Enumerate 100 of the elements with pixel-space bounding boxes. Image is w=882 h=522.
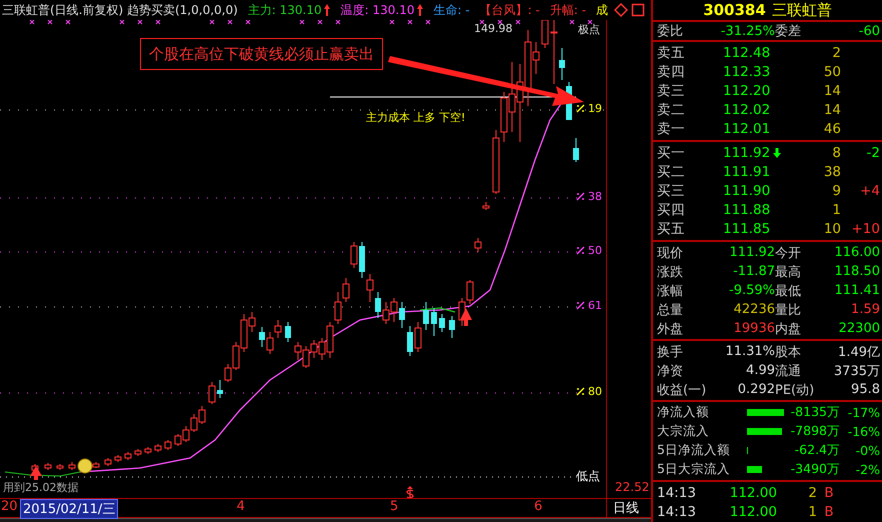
field-label: 现价 bbox=[657, 244, 684, 262]
indicator-label: 升幅: - bbox=[550, 2, 586, 18]
order-volume: 9 bbox=[831, 183, 841, 200]
order-price: 111.92 bbox=[723, 144, 770, 161]
flow-bar bbox=[747, 409, 784, 416]
order-label: 买二 bbox=[657, 162, 686, 181]
order-volume: 14 bbox=[822, 102, 841, 118]
percent-icon bbox=[576, 387, 585, 396]
date-label: 2015/02/11/三 bbox=[20, 499, 118, 519]
percent-icon bbox=[576, 192, 585, 201]
dollar-icon bbox=[405, 485, 415, 499]
up-arrow-icon bbox=[460, 308, 472, 326]
field-value: -11.87 bbox=[732, 264, 775, 279]
candlestick bbox=[164, 440, 172, 450]
flow-amount: -7898万 bbox=[790, 423, 840, 440]
order-price: 112.01 bbox=[723, 121, 772, 138]
candlestick bbox=[423, 302, 429, 330]
flow-percent: -16% bbox=[846, 424, 880, 439]
field-value: 22300 bbox=[838, 321, 880, 336]
order-label: 卖二 bbox=[657, 101, 686, 120]
coin-icon bbox=[78, 458, 92, 474]
candlestick bbox=[482, 202, 490, 210]
candlestick bbox=[56, 464, 64, 470]
order-price: 112.48 bbox=[723, 44, 772, 61]
field-value: 11.31% bbox=[724, 344, 775, 359]
indicator-label: 温度: 130.10 bbox=[340, 2, 415, 18]
order-price: 112.02 bbox=[723, 102, 772, 118]
order-volume: 50 bbox=[822, 64, 841, 80]
order-change: +4 bbox=[859, 183, 881, 200]
candlestick bbox=[350, 242, 358, 268]
field-value: -9.59% bbox=[728, 283, 775, 298]
high-price-label: 149.98 bbox=[474, 22, 512, 35]
up-arrow-icon bbox=[30, 466, 42, 482]
order-price: 111.90 bbox=[723, 183, 770, 200]
down-arrow-icon bbox=[772, 146, 782, 159]
up-arrow-icon bbox=[322, 3, 331, 17]
axis-label: 4 bbox=[236, 499, 245, 514]
order-label: 卖一 bbox=[657, 120, 686, 138]
candlestick bbox=[449, 316, 455, 338]
callout-text: 个股在高位下破黄线必须止赢卖出 bbox=[149, 45, 374, 63]
candlestick bbox=[92, 462, 100, 468]
candlestick bbox=[366, 274, 374, 302]
field-label: 最高 bbox=[775, 264, 802, 280]
order-price: 112.33 bbox=[723, 64, 772, 80]
candlestick bbox=[550, 20, 558, 84]
field-label: 收益(一) bbox=[657, 382, 708, 398]
level-label: 80 bbox=[588, 385, 602, 398]
field-value: 111.92 bbox=[728, 245, 775, 260]
trade-side: B bbox=[823, 484, 835, 500]
order-label: 卖四 bbox=[657, 62, 686, 81]
candlestick bbox=[217, 380, 223, 398]
indicator-label: 【台风】: - bbox=[480, 2, 540, 18]
candlestick bbox=[144, 446, 152, 454]
stock-code: 300384 bbox=[703, 1, 766, 20]
flow-bar bbox=[747, 428, 782, 435]
field-value: 1.49亿 bbox=[837, 344, 880, 360]
field-label: 量比 bbox=[775, 302, 802, 318]
candlestick bbox=[285, 322, 291, 342]
square-icon[interactable] bbox=[631, 3, 646, 17]
trade-volume: 1 bbox=[807, 504, 817, 520]
order-label: 买四 bbox=[657, 201, 686, 220]
peak-label: 极点 bbox=[578, 22, 600, 37]
field-label: 委比 bbox=[657, 23, 684, 40]
trade-price: 112.00 bbox=[728, 484, 777, 500]
percent-icon bbox=[576, 246, 585, 255]
level-label: 38 bbox=[588, 190, 602, 203]
level-label: 61 bbox=[588, 299, 602, 312]
flow-amount: -62.4万 bbox=[794, 442, 840, 459]
trade-price: 112.00 bbox=[728, 504, 777, 520]
diamond-icon[interactable] bbox=[614, 3, 628, 17]
field-value: 1.59 bbox=[850, 302, 880, 317]
field-value: 0.292 bbox=[736, 382, 775, 397]
order-label: 买三 bbox=[657, 182, 686, 200]
candlestick bbox=[359, 242, 365, 278]
flow-amount: -3490万 bbox=[790, 461, 840, 478]
indicator-label: 三联虹普(日线.前复权) 趋势买卖(1,0,0,0,0) bbox=[2, 2, 238, 18]
field-value: 3735万 bbox=[832, 362, 880, 380]
trade-side: B bbox=[823, 504, 835, 520]
flow-label: 5日大宗流入 bbox=[657, 461, 731, 478]
candlestick bbox=[104, 458, 112, 466]
order-price: 111.85 bbox=[723, 221, 770, 238]
order-change: +10 bbox=[850, 221, 881, 238]
field-label: 换手 bbox=[657, 344, 684, 360]
stock-name: 三联虹普 bbox=[772, 0, 832, 20]
candlestick bbox=[114, 454, 122, 462]
trend-line bbox=[420, 307, 456, 313]
indicator-label: 生命: - bbox=[434, 2, 470, 18]
field-value: 118.50 bbox=[834, 264, 880, 279]
field-label: 净资 bbox=[657, 362, 684, 380]
order-volume: 14 bbox=[822, 83, 841, 100]
flow-label: 5日净流入额 bbox=[657, 442, 731, 459]
field-value: 42236 bbox=[732, 302, 775, 317]
flow-amount: -8135万 bbox=[790, 404, 840, 421]
field-value: 95.8 bbox=[850, 382, 880, 397]
flow-label: 净流入额 bbox=[657, 404, 710, 421]
order-label: 卖五 bbox=[657, 44, 686, 62]
axis-label: 6 bbox=[534, 499, 542, 514]
field-value: 4.99 bbox=[745, 363, 775, 378]
trade-volume: 2 bbox=[807, 484, 817, 500]
axis-label: 20 bbox=[1, 499, 18, 514]
